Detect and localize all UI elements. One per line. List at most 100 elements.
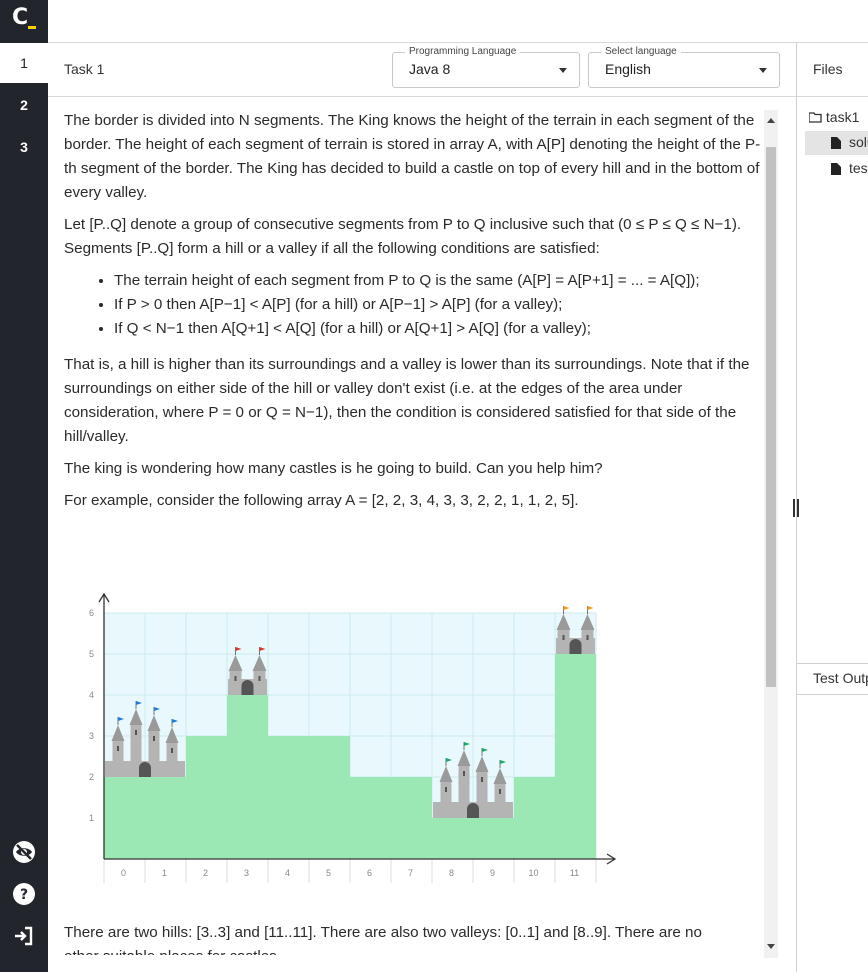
- x-tick-label: 0: [121, 868, 126, 878]
- bar-6: [350, 777, 391, 859]
- description-paragraph: For example, consider the following arra…: [64, 492, 579, 509]
- list-item: If P > 0 then A[P−1] < A[P] (for a hill)…: [114, 293, 764, 317]
- folder-name: task1: [825, 109, 860, 125]
- bar-9: [473, 818, 514, 859]
- x-tick-label: 9: [490, 868, 495, 878]
- castle-0-t1-tower: [112, 741, 124, 763]
- files-panel: Files task1 solution.java test-input.txt…: [797, 43, 868, 972]
- castle-0-t4-window: [171, 748, 173, 753]
- list-item: If Q < N−1 then A[Q+1] < A[Q] (for a hil…: [114, 317, 764, 341]
- x-tick-label: 5: [326, 868, 331, 878]
- codility-logo: C: [0, 0, 48, 42]
- svg-text:?: ?: [20, 887, 28, 903]
- task-tab-label: 1: [20, 55, 28, 71]
- y-tick-label: 6: [89, 608, 94, 618]
- x-tick-label: 7: [408, 868, 413, 878]
- files-header: Files: [797, 43, 868, 97]
- castle-3-t2-window: [586, 635, 589, 640]
- castle-3-t1-window: [562, 635, 565, 640]
- castle-3-t2-flag: [587, 606, 594, 610]
- file-test-input[interactable]: test-input.txt: [805, 157, 868, 181]
- bar-11: [555, 654, 596, 859]
- castle-2-t3-window: [481, 777, 483, 782]
- bar-8: [432, 818, 473, 859]
- bar-1: [145, 777, 186, 859]
- top-bar: [48, 0, 868, 43]
- castle-0-t3-tower: [148, 731, 160, 763]
- bar-7: [391, 777, 432, 859]
- content-scrollbar[interactable]: [764, 110, 778, 958]
- chevron-down-icon: [759, 68, 767, 73]
- scroll-up-icon[interactable]: [767, 118, 775, 123]
- chevron-down-icon: [559, 68, 567, 73]
- y-tick-label: 5: [89, 649, 94, 659]
- x-tick-label: 2: [203, 868, 208, 878]
- bar-0: [104, 777, 145, 859]
- bar-5: [309, 736, 350, 859]
- description-paragraph-cut: other suitable places for castles.: [64, 945, 281, 955]
- logo-letter: C: [12, 5, 29, 30]
- programming-language-select[interactable]: Programming Language Java 8: [392, 46, 580, 88]
- castle-1-gate: [241, 680, 254, 695]
- task-tab-3[interactable]: 3: [0, 127, 48, 167]
- help-icon[interactable]: ?: [12, 882, 36, 906]
- task-tab-label: 3: [20, 139, 28, 155]
- bar-10: [514, 777, 555, 859]
- castle-1-t1-window: [234, 676, 237, 681]
- y-tick-label: 2: [89, 772, 94, 782]
- file-icon: [831, 163, 841, 175]
- list-item: The terrain height of each segment from …: [114, 269, 704, 293]
- conditions-list: The terrain height of each segment from …: [64, 269, 764, 341]
- castle-0-t3-window: [153, 736, 155, 741]
- task-tab-2[interactable]: 2: [0, 85, 48, 125]
- castle-2-gate: [467, 803, 479, 818]
- task-tab-1[interactable]: 1: [0, 43, 48, 83]
- file-icon: [831, 137, 841, 149]
- scroll-down-icon[interactable]: [767, 944, 775, 949]
- file-name: test-input.txt: [849, 160, 868, 176]
- castle-2-t3-tower: [476, 772, 488, 804]
- x-tick-label: 3: [244, 868, 249, 878]
- castle-1-t2-window: [258, 676, 261, 681]
- x-tick-label: 6: [367, 868, 372, 878]
- test-output-label: Test Output: [813, 670, 868, 686]
- task-header: Task 1 Programming Language Java 8 Selec…: [48, 43, 796, 97]
- description-text: The border is divided into N segments. T…: [64, 109, 764, 521]
- description-paragraph: The king is wondering how many castles i…: [64, 460, 603, 477]
- file-name: solution.java: [849, 134, 868, 150]
- logo-cursor-icon: [28, 26, 36, 29]
- x-tick-label: 10: [528, 868, 538, 878]
- task-title: Task 1: [64, 61, 105, 77]
- test-output-header[interactable]: Test Output: [797, 663, 868, 695]
- description-paragraph: The border is divided into N segments. T…: [64, 112, 761, 201]
- programming-language-value: Java 8: [409, 61, 451, 77]
- description-paragraph: There are two hills: [3..3] and [11..11]…: [64, 924, 702, 941]
- castle-3-gate: [569, 639, 582, 654]
- left-rail: C 1 2 3 ?: [0, 0, 48, 972]
- y-tick-label: 1: [89, 813, 94, 823]
- castle-2-t4-window: [499, 789, 501, 794]
- file-solution[interactable]: solution.java: [805, 131, 868, 155]
- bar-3: [227, 695, 268, 859]
- bar-2: [186, 736, 227, 859]
- scroll-thumb[interactable]: [766, 147, 776, 687]
- select-language-label: Select language: [601, 46, 681, 57]
- x-tick-label: 8: [449, 868, 454, 878]
- x-tick-label: 4: [285, 868, 290, 878]
- description-paragraph: Let [P..Q] denote a group of consecutive…: [64, 216, 742, 257]
- files-title: Files: [813, 61, 843, 77]
- terrain-chart: 0 1 2 3 4 5 6 7 8 9 10 11123456: [89, 592, 617, 883]
- folder-icon: [808, 112, 822, 123]
- folder-task1[interactable]: task1: [808, 109, 860, 125]
- hide-eye-icon[interactable]: [12, 840, 36, 864]
- y-tick-label: 4: [89, 690, 94, 700]
- select-language-value: English: [605, 61, 651, 77]
- select-language-select[interactable]: Select language English: [588, 46, 780, 88]
- castle-2-t1-tower: [440, 782, 452, 804]
- castle-2-t2-window: [463, 771, 465, 776]
- sign-out-icon[interactable]: [12, 924, 36, 948]
- castle-3-t1-flag: [563, 606, 570, 610]
- y-tick-label: 3: [89, 731, 94, 741]
- castle-0-t2-window: [135, 730, 137, 735]
- programming-language-label: Programming Language: [405, 46, 521, 57]
